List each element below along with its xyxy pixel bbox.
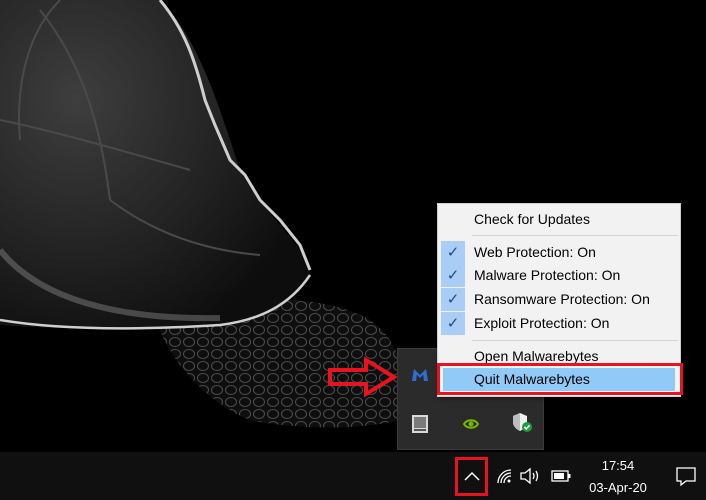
menu-separator [472,235,678,236]
malwarebytes-icon[interactable] [409,363,431,385]
menu-item-label: Exploit Protection: On [474,315,610,331]
menu-item-label: Check for Updates [474,211,590,227]
menu-separator [472,340,678,341]
menu-item-label: Web Protection: On [474,244,596,260]
annotation-highlight-box [437,363,683,395]
notifications-icon[interactable] [672,462,700,490]
battery-icon[interactable] [549,464,573,488]
wifi-icon[interactable] [493,464,515,488]
menu-item-ransomware-protection[interactable]: ✓ Ransomware Protection: On [439,288,679,311]
volume-icon[interactable] [518,464,542,488]
menu-item-exploit-protection[interactable]: ✓ Exploit Protection: On [439,312,679,335]
annotation-highlight-box [455,457,488,496]
menu-item-label: Malware Protection: On [474,267,621,283]
annotation-arrow-icon [328,356,398,398]
checkmark-icon: ✓ [441,241,465,264]
checkmark-icon: ✓ [441,312,465,335]
tablet-icon[interactable] [409,413,431,435]
menu-item-web-protection[interactable]: ✓ Web Protection: On [439,241,679,264]
nvidia-icon[interactable] [460,413,482,435]
taskbar: 17:54 03-Apr-20 [0,452,706,500]
menu-item-malware-protection[interactable]: ✓ Malware Protection: On [439,264,679,287]
checkmark-icon: ✓ [441,264,465,287]
windows-security-icon[interactable] [511,411,533,433]
clock-time: 17:54 [601,458,635,473]
system-clock[interactable]: 17:54 03-Apr-20 [582,452,654,500]
menu-item-check-updates[interactable]: Check for Updates [439,208,679,231]
clock-date: 03-Apr-20 [589,480,647,495]
checkmark-icon: ✓ [441,288,465,311]
menu-item-label: Ransomware Protection: On [474,291,650,307]
